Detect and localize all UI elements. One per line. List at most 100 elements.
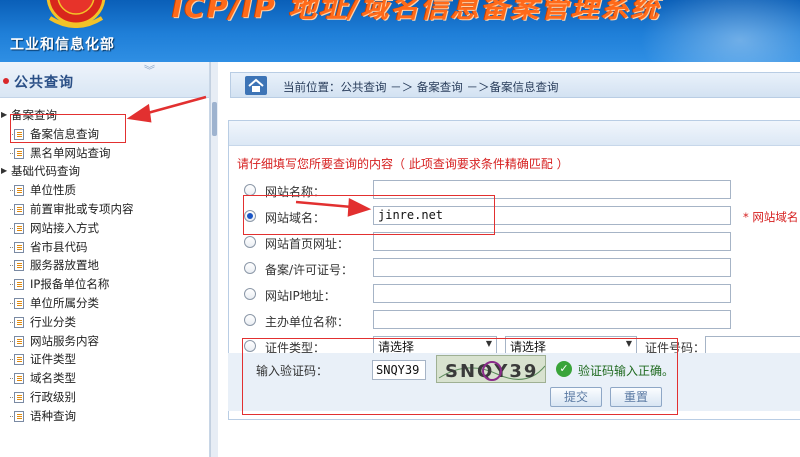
form-instruction: 请仔细填写您所要查询的内容（ 此项查询要求条件精确匹配 ）	[237, 157, 569, 171]
sidebar-item-blacklist-query[interactable]: 黑名单网站查询	[0, 144, 210, 163]
sidebar: 公共查询 ︾ ▶ 备案查询 备案信息查询 黑名单网站查询 ▶ 基础代码查询 单位…	[0, 62, 210, 457]
captcha-graphic: SNQY39	[438, 361, 545, 382]
sidebar-item[interactable]: 省市县代码	[0, 238, 210, 257]
tree-group-label: 备案查询	[11, 108, 57, 122]
sidebar-item-label: 省市县代码	[30, 239, 88, 254]
tree-group-label: 基础代码查询	[11, 164, 80, 179]
panel-header	[229, 121, 800, 146]
expand-arrow-icon: ▶	[1, 110, 8, 119]
sidebar-item-label: 网站接入方式	[30, 220, 99, 235]
radio-homepage-url[interactable]	[244, 236, 256, 248]
license-number-input[interactable]	[373, 258, 731, 277]
document-icon	[10, 260, 24, 272]
captcha-image[interactable]: SNQY39	[436, 355, 546, 383]
sidebar-tree: ▶ 备案查询 备案信息查询 黑名单网站查询 ▶ 基础代码查询 单位性质 前置审批…	[0, 106, 210, 426]
radio-license-number[interactable]	[244, 262, 256, 274]
sidebar-item[interactable]: 行政级别	[0, 388, 210, 407]
home-icon[interactable]	[245, 76, 267, 95]
dropdown-arrow-icon: ▼	[625, 339, 632, 348]
sidebar-item[interactable]: IP报备单位名称	[0, 275, 210, 294]
breadcrumb: 当前位置：公共查询 －＞ 备案查询 －＞备案信息查询	[230, 72, 800, 98]
captcha-status-message: 验证码输入正确。	[578, 364, 675, 378]
reset-button[interactable]: 重置	[610, 387, 662, 407]
radio-organizer[interactable]	[244, 314, 256, 326]
document-icon	[10, 185, 24, 197]
select-value: 请选择	[510, 340, 547, 354]
field-label: 网站名称：	[265, 185, 326, 199]
sidebar-item[interactable]: 服务器放置地	[0, 256, 210, 275]
sidebar-item-filing-info-query[interactable]: 备案信息查询	[0, 125, 210, 144]
double-chevron-down-icon[interactable]: ︾	[144, 65, 155, 76]
form-buttons: 提交 重置	[228, 387, 800, 411]
organizer-input[interactable]	[373, 310, 731, 329]
document-icon	[10, 222, 24, 234]
sidebar-item-label: IP报备单位名称	[30, 277, 110, 292]
field-label: 网站首页网址：	[265, 237, 350, 251]
breadcrumb-text: 当前位置：公共查询 －＞ 备案查询 －＞备案信息查询	[283, 80, 559, 94]
document-icon	[10, 354, 24, 366]
field-row-license-number: 备案/许可证号：	[229, 257, 800, 283]
domain-input[interactable]: jinre.net	[373, 206, 731, 225]
document-icon	[10, 241, 24, 253]
sidebar-item[interactable]: 域名类型	[0, 369, 210, 388]
homepage-url-input[interactable]	[373, 232, 731, 251]
submit-button[interactable]: 提交	[550, 387, 602, 407]
sidebar-item[interactable]: 行业分类	[0, 313, 210, 332]
sidebar-splitter[interactable]	[210, 62, 218, 457]
sidebar-item-label: 证件类型	[30, 352, 76, 367]
sidebar-item[interactable]: 单位性质	[0, 181, 210, 200]
document-icon	[10, 410, 24, 422]
expand-arrow-icon: ▶	[1, 166, 8, 176]
field-label: 主办单位名称：	[265, 315, 350, 329]
required-note: * 网站域名	[743, 210, 799, 224]
radio-ip-address[interactable]	[244, 288, 256, 300]
document-icon	[10, 279, 24, 291]
sidebar-item-label: 单位所属分类	[30, 295, 99, 310]
tree-group-filing-query[interactable]: ▶ 备案查询	[0, 106, 210, 125]
field-row-domain: 网站域名： jinre.net * 网站域名	[229, 205, 800, 231]
document-icon	[10, 335, 24, 347]
sidebar-item[interactable]: 网站服务内容	[0, 332, 210, 351]
captcha-label: 输入验证码：	[256, 364, 329, 378]
document-icon	[10, 128, 24, 140]
ministry-name: 工业和信息化部	[10, 37, 115, 53]
ip-address-input[interactable]	[373, 284, 731, 303]
sidebar-item-label: 行政级别	[30, 389, 76, 404]
sidebar-item[interactable]: 语种查询	[0, 407, 210, 426]
sidebar-header[interactable]: 公共查询 ︾	[0, 62, 209, 98]
field-row-homepage-url: 网站首页网址：	[229, 231, 800, 257]
document-icon	[10, 203, 24, 215]
sidebar-item[interactable]: 证件类型	[0, 350, 210, 369]
document-icon	[10, 373, 24, 385]
document-icon	[10, 297, 24, 309]
header-banner: 工业和信息化部 ICP/IP 地址/域名信息备案管理系统	[0, 0, 800, 62]
document-icon	[10, 391, 24, 403]
tree-group-basic-code-query[interactable]: ▶ 基础代码查询	[0, 162, 210, 181]
sidebar-item[interactable]: 单位所属分类	[0, 294, 210, 313]
field-label: 网站IP地址：	[265, 289, 336, 303]
captcha-row: 输入验证码： SNQY39 SNQY39 ✓ 验证码输入正确。	[228, 353, 800, 387]
select-value: 请选择	[378, 340, 415, 354]
document-icon	[10, 147, 24, 159]
radio-domain[interactable]	[244, 210, 256, 222]
document-icon	[10, 316, 24, 328]
sidebar-item[interactable]: 网站接入方式	[0, 219, 210, 238]
national-emblem-icon	[46, 0, 106, 28]
sidebar-item-label: 单位性质	[30, 183, 76, 198]
sidebar-item[interactable]: 前置审批或专项内容	[0, 200, 210, 219]
sidebar-item-label: 行业分类	[30, 314, 76, 329]
field-row-organizer: 主办单位名称：	[229, 309, 800, 335]
site-name-input[interactable]	[373, 180, 731, 199]
radio-certificate[interactable]	[244, 340, 256, 352]
sidebar-item-label: 前置审批或专项内容	[30, 201, 134, 216]
sidebar-item-label: 服务器放置地	[30, 258, 99, 273]
radio-site-name[interactable]	[244, 184, 256, 196]
splitter-handle[interactable]	[212, 102, 217, 136]
sidebar-item-label: 语种查询	[30, 408, 76, 423]
check-circle-icon: ✓	[556, 361, 572, 377]
sidebar-item-label: 网站服务内容	[30, 333, 99, 348]
field-label: 网站域名：	[265, 211, 326, 225]
sidebar-item-label: 黑名单网站查询	[30, 145, 111, 160]
captcha-input[interactable]: SNQY39	[372, 360, 426, 380]
sidebar-title: 公共查询	[14, 75, 74, 91]
